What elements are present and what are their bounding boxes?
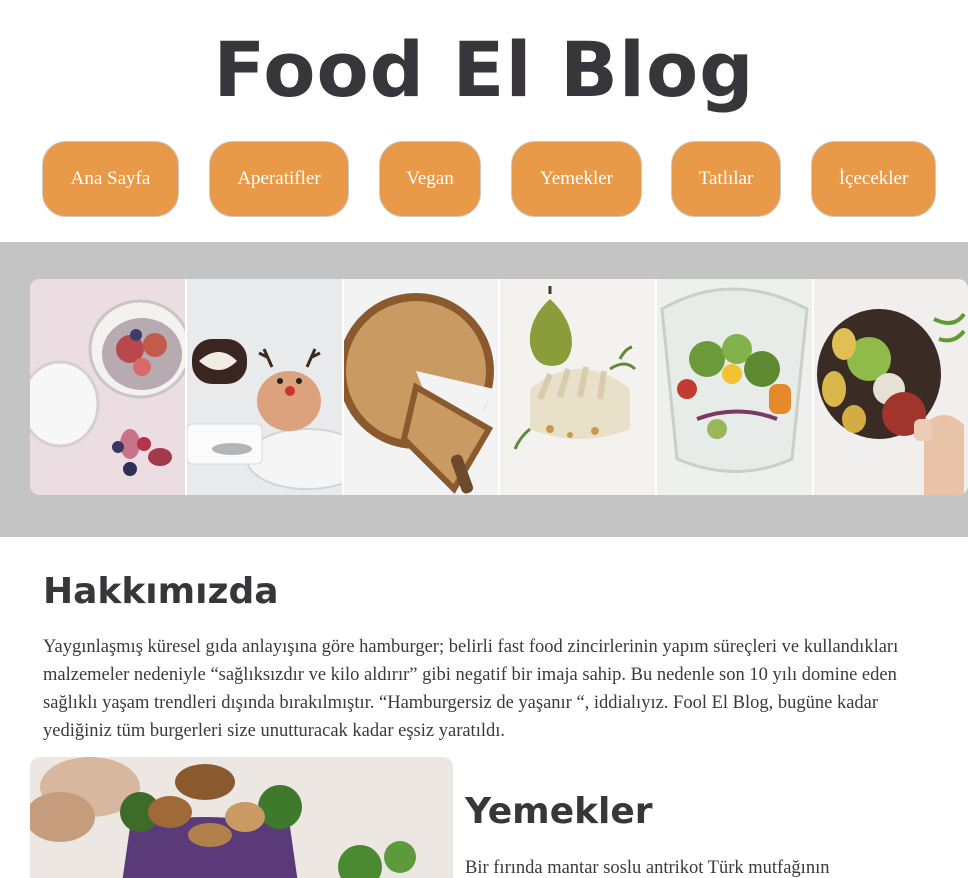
- salad-glass-photo[interactable]: [657, 279, 814, 495]
- reindeer-dessert-photo[interactable]: [187, 279, 344, 495]
- pear-plated-dish-photo[interactable]: [500, 279, 657, 495]
- nav-button-aperatifler[interactable]: Aperatifler: [209, 141, 349, 217]
- pie-slice-photo[interactable]: [344, 279, 500, 495]
- about-paragraph: Yaygınlaşmış küresel gıda anlayışına gör…: [43, 637, 899, 741]
- gallery-band: [0, 242, 968, 537]
- nav-button-ana-sayfa[interactable]: Ana Sayfa: [42, 141, 179, 217]
- dishes-paragraph: Bir fırında mantar soslu antrikot Türk m…: [465, 858, 830, 878]
- chia-pudding-figs-photo[interactable]: [30, 279, 187, 495]
- nav-button-icecekler[interactable]: İçecekler: [811, 141, 936, 217]
- about-heading: Hakkımızda: [43, 571, 279, 612]
- nav-button-vegan[interactable]: Vegan: [379, 141, 481, 217]
- guacamole-bowl-photo[interactable]: [814, 279, 968, 495]
- main-nav: Ana Sayfa Aperatifler Vegan Yemekler Tat…: [0, 141, 968, 217]
- nav-button-yemekler[interactable]: Yemekler: [511, 141, 642, 217]
- site-title: Food El Blog: [213, 25, 755, 114]
- dishes-heading: Yemekler: [465, 791, 653, 832]
- mushroom-dish-photo[interactable]: [30, 757, 453, 878]
- image-gallery: [30, 279, 968, 495]
- nav-button-tatlilar[interactable]: Tatlılar: [671, 141, 781, 217]
